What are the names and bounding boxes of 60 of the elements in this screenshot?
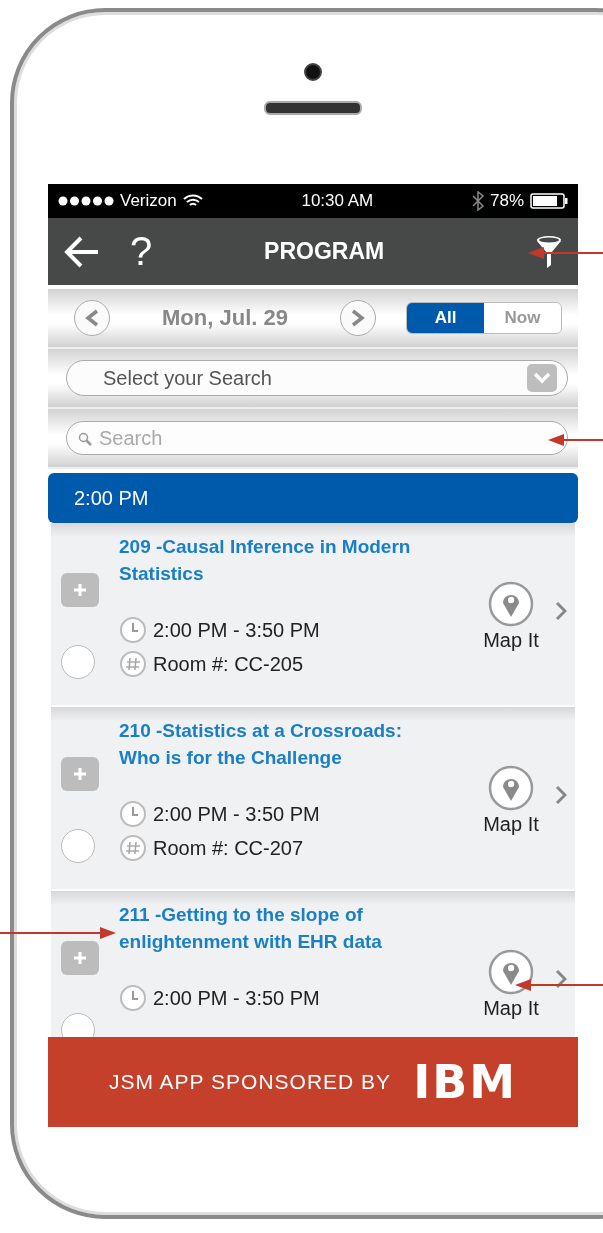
session-time: 2:00 PM - 3:50 PM xyxy=(153,802,320,826)
session-time: 2:00 PM - 3:50 PM xyxy=(153,986,320,1010)
add-button[interactable] xyxy=(61,941,99,975)
chevron-right-icon xyxy=(555,601,567,621)
session-title[interactable]: 210 -Statistics at a Crossroads: Who is for the Challenge xyxy=(119,717,415,771)
battery-icon xyxy=(530,193,568,209)
bluetooth-icon xyxy=(471,191,484,211)
dropdown-icon xyxy=(527,364,557,392)
session-time: 2:00 PM - 3:50 PM xyxy=(153,618,320,642)
screen-title: PROGRAM xyxy=(263,238,386,265)
clock-icon xyxy=(119,616,147,644)
session-title[interactable]: 209 -Causal Inference in Modern Statistics xyxy=(119,533,415,587)
select-radio[interactable] xyxy=(61,829,95,863)
session-title[interactable]: 211 -Getting to the slope of enlightenment with EHR data xyxy=(119,901,415,955)
add-button[interactable] xyxy=(61,757,99,791)
hash-icon xyxy=(119,650,147,678)
clock-time: 10:30 AM xyxy=(301,191,374,211)
signal-icon xyxy=(58,196,114,206)
chevron-right-icon xyxy=(555,785,567,805)
chevron-left-icon xyxy=(85,309,99,327)
plus-icon xyxy=(73,767,87,781)
search-field[interactable]: Search xyxy=(66,421,568,455)
sponsor-text: JSM APP SPONSORED BY xyxy=(108,1070,392,1094)
chevron-right-icon xyxy=(555,969,567,989)
annotation-arrow xyxy=(548,434,603,446)
map-pin-icon xyxy=(488,581,534,627)
chevron-right-icon xyxy=(351,309,365,327)
plus-icon xyxy=(73,951,87,965)
add-button[interactable] xyxy=(61,573,99,607)
carrier-name: Verizon xyxy=(120,191,177,211)
clock-icon xyxy=(119,984,147,1012)
sponsor-logo: IBM xyxy=(413,1055,518,1109)
map-pin-icon xyxy=(488,765,534,811)
previous-day-button[interactable] xyxy=(74,300,110,336)
map-it-link[interactable]: Map It xyxy=(483,765,539,836)
session-room: Room #: CC-205 xyxy=(153,652,304,676)
back-button[interactable] xyxy=(64,234,100,269)
map-pin-icon xyxy=(488,949,534,995)
time-header: 2:00 PM xyxy=(48,473,578,523)
segment-tab[interactable]: All xyxy=(407,303,484,333)
session-card[interactable]: 209 -Causal Inference in Modern Statistics 2:00 PM - 3:50 PM Room #: CC-205 Map It xyxy=(51,523,575,707)
session-room: Room #: CC-207 xyxy=(153,836,304,860)
hash-icon xyxy=(119,834,147,862)
next-day-button[interactable] xyxy=(340,300,376,336)
plus-icon xyxy=(73,583,87,597)
speaker-icon xyxy=(264,101,362,115)
session-card[interactable]: 211 -Getting to the slope of enlightenment with EHR data 2:00 PM - 3:50 PM Map It xyxy=(51,891,575,1037)
map-it-link[interactable]: Map It xyxy=(483,949,539,1020)
session-card[interactable]: 210 -Statistics at a Crossroads: Who is for the Challenge 2:00 PM - 3:50 PM Room #: CC-207 Map It xyxy=(51,707,575,891)
help-button[interactable]: ? xyxy=(130,229,153,274)
select-radio[interactable] xyxy=(61,1013,95,1037)
map-it-link[interactable]: Map It xyxy=(483,581,539,652)
date-label: Mon, Jul. 29 xyxy=(161,305,289,331)
clock-icon xyxy=(119,800,147,828)
wifi-icon xyxy=(182,194,203,208)
back-arrow-icon xyxy=(64,234,100,269)
battery-percent: 78% xyxy=(489,191,524,211)
camera-icon xyxy=(304,63,322,81)
search-type-dropdown[interactable]: Select your Search xyxy=(66,360,568,396)
select-radio[interactable] xyxy=(61,645,95,679)
